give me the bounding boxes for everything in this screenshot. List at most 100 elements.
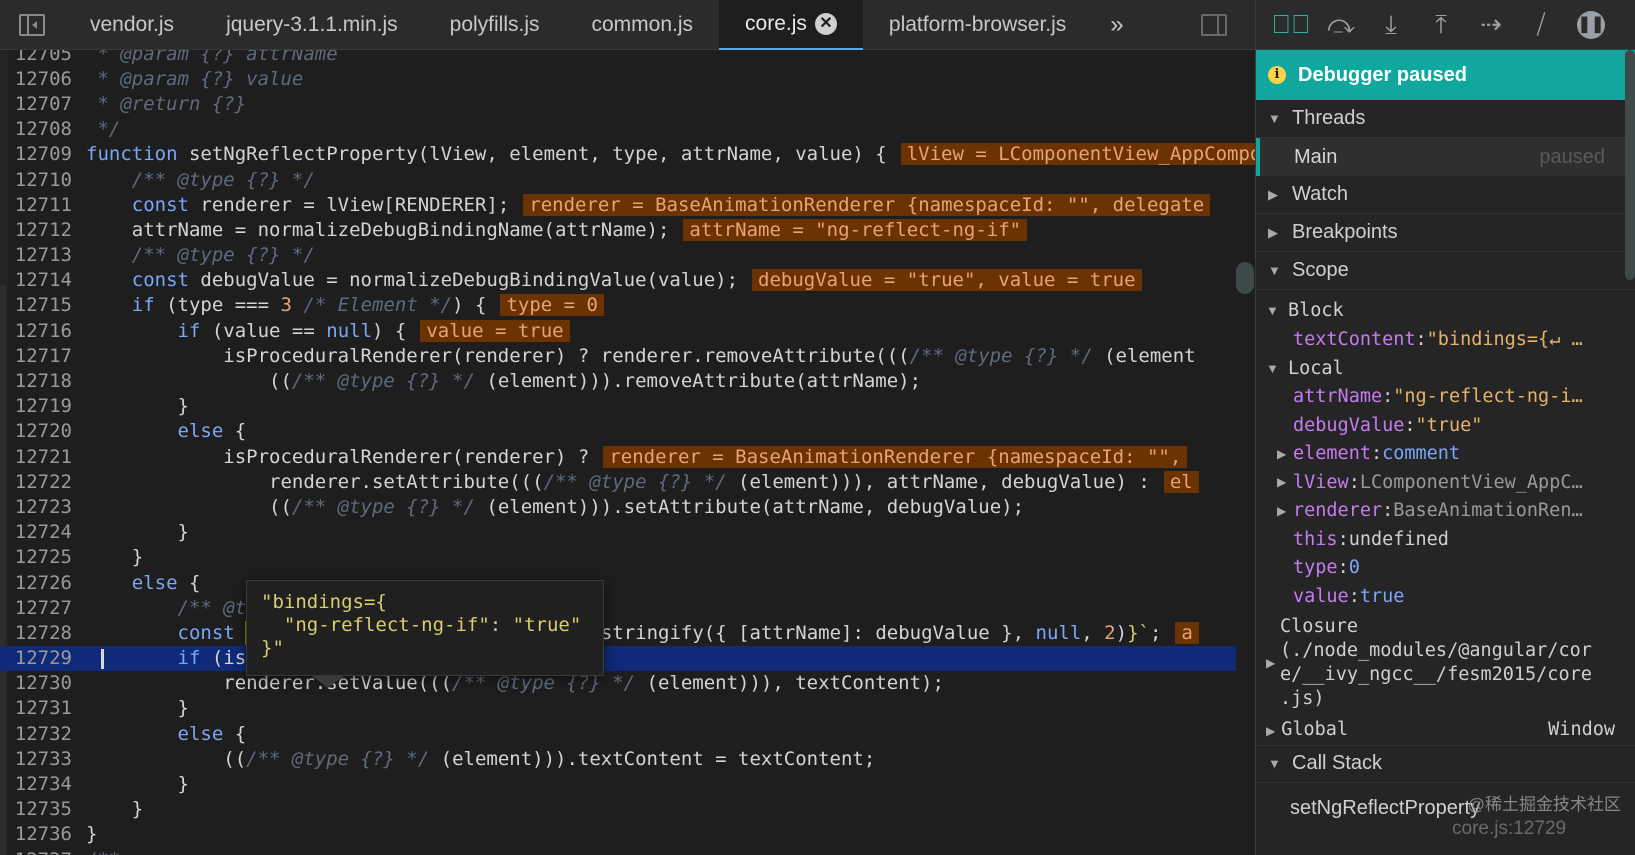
code-line[interactable]: 12707 * @return {?} <box>0 91 1240 116</box>
code-line[interactable]: 12730 renderer.setValue(((/** @type {?} … <box>0 671 1240 696</box>
code-line[interactable]: 12725 } <box>0 545 1240 570</box>
code-line[interactable]: 12734 } <box>0 771 1240 796</box>
line-number[interactable]: 12706 <box>0 68 86 90</box>
line-number[interactable]: 12710 <box>0 169 86 191</box>
line-number[interactable]: 12722 <box>0 471 86 493</box>
line-number[interactable]: 12718 <box>0 370 86 392</box>
code-line[interactable]: 12727 /** @type {?} */ <box>0 595 1240 620</box>
tab-core-js[interactable]: core.js ✕ <box>719 0 863 50</box>
code-line[interactable]: 12719 } <box>0 394 1240 419</box>
line-number[interactable]: 12725 <box>0 546 86 568</box>
code-line[interactable]: 12718 ((/** @type {?} */ (element))).rem… <box>0 368 1240 393</box>
code-line[interactable]: 12713 /** @type {?} */ <box>0 243 1240 268</box>
tab-common-js[interactable]: common.js <box>566 0 720 50</box>
line-number[interactable]: 12711 <box>0 194 86 216</box>
line-number[interactable]: 12721 <box>0 446 86 468</box>
scope-var-attrname[interactable]: attrName: "ng-reflect-ng-i… <box>1256 383 1635 412</box>
code-line[interactable]: 12735 } <box>0 797 1240 822</box>
code-line[interactable]: 12722 renderer.setAttribute(((/** @type … <box>0 469 1240 494</box>
line-number[interactable]: 12736 <box>0 823 86 845</box>
close-tab-icon[interactable]: ✕ <box>814 12 837 35</box>
code-line[interactable]: 12720 else { <box>0 419 1240 444</box>
tab-jquery-3-1-1-min-js[interactable]: jquery-3.1.1.min.js <box>200 0 424 50</box>
chevron-right-icon[interactable]: ▶ <box>1277 475 1291 489</box>
tab-vendor-js[interactable]: vendor.js <box>64 0 200 50</box>
threads-section-header[interactable]: ▼ Threads <box>1256 100 1635 138</box>
panel-scrollbar-thumb[interactable] <box>1625 50 1635 280</box>
toggle-debugger-sidebar-button[interactable] <box>1201 14 1227 36</box>
line-number[interactable]: 12709 <box>0 143 86 165</box>
code-line[interactable]: 12715 if (type === 3 /* Element */) {typ… <box>0 293 1240 318</box>
code-line[interactable]: 12728 const textContent = `bindings=${JS… <box>0 620 1240 645</box>
scope-var-this[interactable]: this: undefined <box>1256 525 1635 554</box>
more-tabs-button[interactable]: » <box>1092 11 1141 39</box>
line-number[interactable]: 12727 <box>0 597 86 619</box>
code-line[interactable]: 12716 if (value == null) {value = true <box>0 318 1240 343</box>
line-number[interactable]: 12734 <box>0 773 86 795</box>
watch-section-header[interactable]: ▶ Watch <box>1256 176 1635 214</box>
scope-var-lview[interactable]: ▶ lView: LComponentView_AppC… <box>1256 468 1635 497</box>
line-number[interactable]: 12731 <box>0 697 86 719</box>
line-number[interactable]: 12708 <box>0 118 86 140</box>
code-line[interactable]: 12711 const renderer = lView[RENDERER]; r… <box>0 192 1240 217</box>
code-line[interactable]: 12724 } <box>0 520 1240 545</box>
line-number[interactable]: 12705 <box>0 50 86 65</box>
scope-var-type[interactable]: type: 0 <box>1256 554 1635 583</box>
line-number[interactable]: 12717 <box>0 345 86 367</box>
step-into-button[interactable]: ⤓ <box>1366 0 1416 50</box>
code-line[interactable]: 12705 * @param {?} attrName <box>0 50 1240 66</box>
line-number[interactable]: 12713 <box>0 244 86 266</box>
line-number[interactable]: 12712 <box>0 219 86 241</box>
code-line[interactable]: 12708 */ <box>0 117 1240 142</box>
pause-on-exceptions-button[interactable]: ❚❚ <box>1566 0 1616 50</box>
step-over-button[interactable]: ⤼ <box>1316 0 1366 50</box>
line-number[interactable]: 12735 <box>0 798 86 820</box>
line-number[interactable]: 12729 <box>0 647 86 669</box>
line-number[interactable]: 12724 <box>0 521 86 543</box>
chevron-right-icon[interactable]: ▶ <box>1277 447 1291 461</box>
step-out-button[interactable]: ⤒ <box>1416 0 1466 50</box>
line-number[interactable]: 12707 <box>0 93 86 115</box>
code-line[interactable]: 12709 function setNgReflectProperty(lView… <box>0 142 1255 167</box>
scope-block-header[interactable]: ▼ Block <box>1256 296 1635 325</box>
chevron-right-icon[interactable]: ▶ <box>1277 504 1291 518</box>
toggle-navigator-button[interactable] <box>0 0 64 50</box>
step-button[interactable]: ⇢ <box>1466 0 1516 50</box>
code-line[interactable]: 12726 else { <box>0 570 1240 595</box>
code-line[interactable]: 12736} <box>0 822 1240 847</box>
line-number[interactable]: 12733 <box>0 748 86 770</box>
code-line[interactable]: 12712 attrName = normalizeDebugBindingNa… <box>0 217 1240 242</box>
code-editor[interactable]: 12705 * @param {?} attrName 12706 * @para… <box>0 50 1255 855</box>
code-line[interactable]: 12721 isProceduralRenderer(renderer) ? re… <box>0 444 1240 469</box>
tab-polyfills-js[interactable]: polyfills.js <box>424 0 566 50</box>
code-line[interactable]: 12737/** <box>0 847 1240 855</box>
line-number[interactable]: 12719 <box>0 395 86 417</box>
code-line[interactable]: 12714 const debugValue = normalizeDebugB… <box>0 268 1240 293</box>
thread-item-main[interactable]: Main paused <box>1256 138 1635 176</box>
scope-section-header[interactable]: ▼ Scope <box>1256 252 1635 290</box>
code-line[interactable]: 12723 ((/** @type {?} */ (element))).set… <box>0 494 1240 519</box>
scope-var-renderer[interactable]: ▶ renderer: BaseAnimationRen… <box>1256 497 1635 526</box>
line-number[interactable]: 12732 <box>0 723 86 745</box>
line-number[interactable]: 12730 <box>0 672 86 694</box>
call-stack-section-header[interactable]: ▼ Call Stack <box>1256 744 1635 783</box>
line-number[interactable]: 12720 <box>0 420 86 442</box>
line-number[interactable]: 12716 <box>0 320 86 342</box>
scope-var-debugvalue[interactable]: debugValue: "true" <box>1256 411 1635 440</box>
line-number[interactable]: 12723 <box>0 496 86 518</box>
scope-global[interactable]: ▶ Global Window <box>1256 715 1635 745</box>
code-line[interactable]: 12732 else { <box>0 721 1240 746</box>
line-number[interactable]: 12714 <box>0 269 86 291</box>
code-line[interactable]: 12717 isProceduralRenderer(renderer) ? r… <box>0 343 1240 368</box>
breakpoints-section-header[interactable]: ▶ Breakpoints <box>1256 214 1635 252</box>
deactivate-breakpoints-button[interactable]: ⧸ <box>1516 0 1566 50</box>
code-line[interactable]: 12710 /** @type {?} */ <box>0 167 1240 192</box>
scope-local-header[interactable]: ▼ Local <box>1256 354 1635 383</box>
code-line[interactable]: 12733 ((/** @type {?} */ (element))).tex… <box>0 746 1240 771</box>
scope-var-textcontent[interactable]: textContent: "bindings={↵ … <box>1256 325 1635 354</box>
line-number[interactable]: 12715 <box>0 294 86 316</box>
tab-platform-browser-js[interactable]: platform-browser.js <box>863 0 1092 50</box>
line-number[interactable]: 12726 <box>0 572 86 594</box>
scope-var-value[interactable]: value: true <box>1256 582 1635 611</box>
line-number[interactable]: 12728 <box>0 622 86 644</box>
